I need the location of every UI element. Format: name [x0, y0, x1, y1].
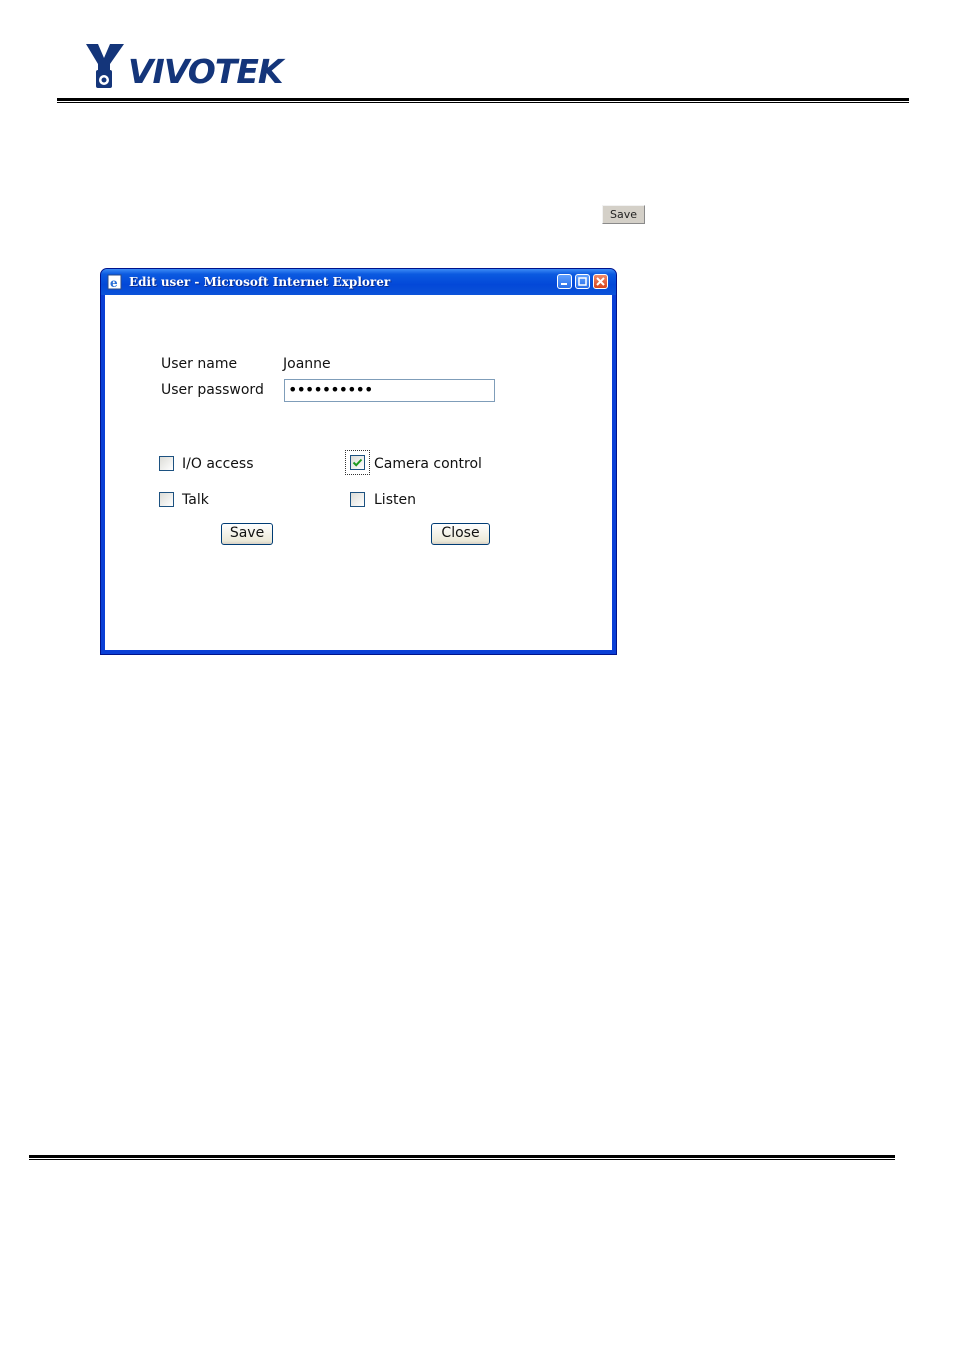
header-divider-thin — [57, 102, 909, 103]
close-button[interactable]: Close — [431, 523, 490, 545]
checkmark-icon — [352, 458, 363, 467]
logo-text: VIVOTEK — [128, 52, 283, 91]
maximize-icon — [578, 277, 587, 286]
vivotek-logo: VIVOTEK — [84, 42, 294, 92]
footer-divider — [29, 1155, 895, 1158]
header-divider — [57, 98, 909, 101]
inline-save-button[interactable]: Save — [602, 205, 645, 224]
window-titlebar[interactable]: e Edit user - Microsoft Internet Explore… — [101, 269, 616, 295]
io-access-label: I/O access — [182, 456, 254, 472]
maximize-button[interactable] — [575, 274, 590, 289]
footer-divider-thin — [29, 1159, 895, 1160]
edit-user-window: e Edit user - Microsoft Internet Explore… — [100, 268, 617, 655]
camera-control-checkbox[interactable] — [350, 455, 365, 470]
close-window-button[interactable] — [593, 274, 608, 289]
io-access-checkbox[interactable] — [159, 456, 174, 471]
password-label: User password — [161, 382, 264, 398]
listen-label: Listen — [374, 492, 416, 508]
minimize-button[interactable] — [557, 274, 572, 289]
save-button[interactable]: Save — [221, 523, 273, 545]
talk-checkbox[interactable] — [159, 492, 174, 507]
close-icon — [596, 277, 605, 286]
talk-label: Talk — [182, 492, 209, 508]
svg-text:e: e — [110, 276, 118, 290]
minimize-icon — [561, 283, 567, 285]
password-input[interactable]: •••••••••• — [284, 379, 495, 402]
window-content: User name Joanne User password •••••••••… — [105, 295, 612, 650]
listen-checkbox[interactable] — [350, 492, 365, 507]
window-title: Edit user - Microsoft Internet Explorer — [129, 275, 391, 289]
camera-logo-icon — [86, 44, 124, 88]
internet-explorer-icon: e — [107, 274, 122, 290]
username-label: User name — [161, 356, 238, 372]
camera-control-label: Camera control — [374, 456, 482, 472]
username-value: Joanne — [283, 356, 331, 372]
